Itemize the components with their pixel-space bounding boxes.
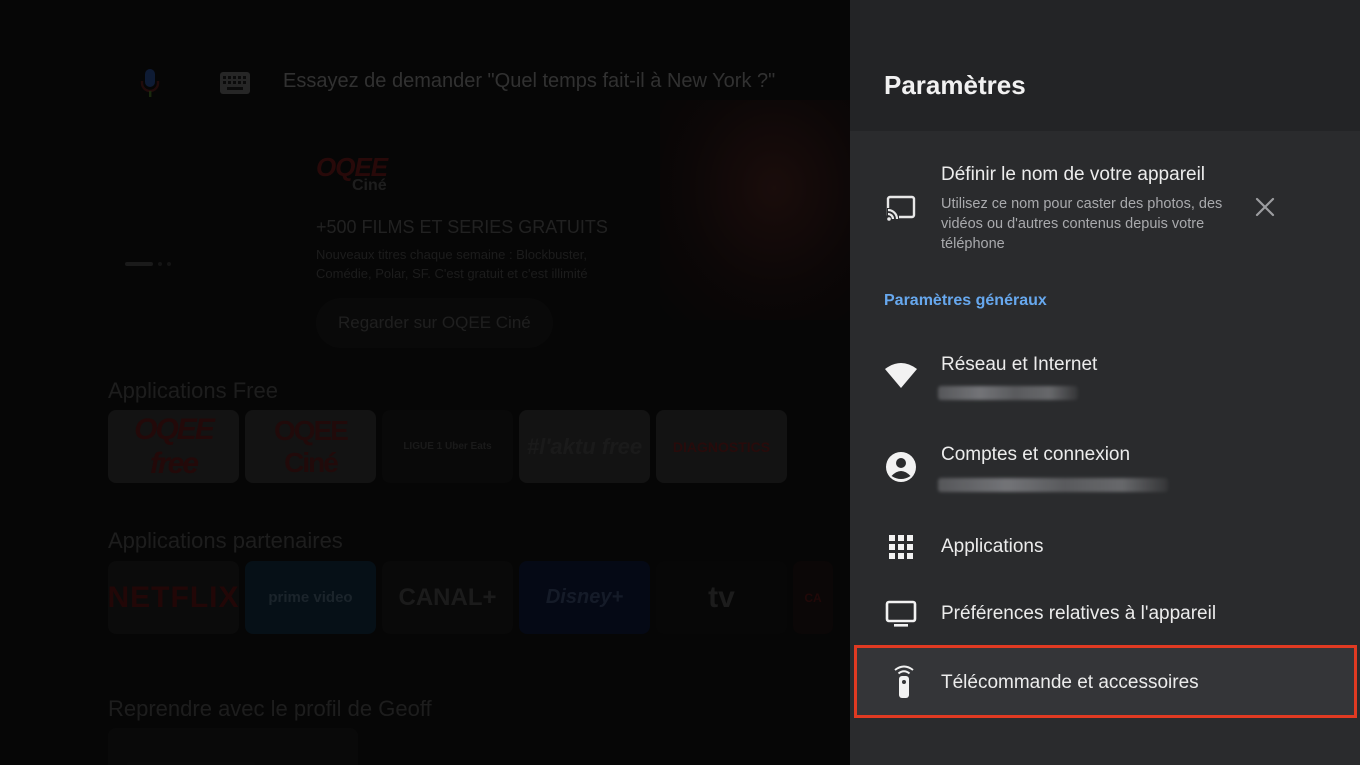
hero-pagination xyxy=(125,262,171,266)
microphone-icon[interactable] xyxy=(139,67,161,99)
hero-artwork xyxy=(660,100,850,320)
keyboard-icon[interactable] xyxy=(220,72,250,94)
hero-logo-sub: Ciné xyxy=(352,177,387,194)
resume-card[interactable] xyxy=(108,728,358,765)
search-hint[interactable]: Essayez de demander "Quel temps fait-il … xyxy=(283,70,775,93)
remote-icon xyxy=(887,665,921,699)
device-name-item[interactable]: Définir le nom de votre appareil Utilise… xyxy=(850,160,1360,270)
account-icon xyxy=(884,450,918,484)
app-tile-canal-plus[interactable]: CANAL+ xyxy=(382,561,513,634)
settings-item-remote-accessories[interactable]: Télécommande et accessoires xyxy=(854,645,1357,718)
app-tile-netflix[interactable]: NETFLIX xyxy=(108,561,239,634)
row-title-free-apps: Applications Free xyxy=(108,378,278,403)
app-tile-disney-plus[interactable]: Disney+ xyxy=(519,561,650,634)
app-tile-apple-tv[interactable]: tv xyxy=(656,561,787,634)
pagination-dot-active xyxy=(125,262,153,266)
app-tile-laktu[interactable]: #l'aktu free xyxy=(519,410,650,483)
settings-item-label: Applications xyxy=(941,536,1044,557)
settings-item-label: Préférences relatives à l'appareil xyxy=(941,603,1217,624)
app-tile-oqee-cine[interactable]: OQEE Ciné xyxy=(245,410,376,483)
settings-item-label: Comptes et connexion xyxy=(941,444,1131,465)
device-name-title: Définir le nom de votre appareil xyxy=(941,164,1206,185)
hero-watch-button[interactable]: Regarder sur OQEE Ciné xyxy=(316,298,553,348)
app-tile-partial[interactable]: CA xyxy=(793,561,833,634)
row-title-partner-apps: Applications partenaires xyxy=(108,528,343,553)
app-tile-diagnostics[interactable]: DIAGNOSTICS xyxy=(656,410,787,483)
close-icon[interactable] xyxy=(1254,196,1276,218)
wifi-icon xyxy=(884,358,918,392)
account-email-redacted xyxy=(938,478,1168,492)
settings-item-applications[interactable]: Applications xyxy=(850,526,1360,572)
settings-item-device-preferences[interactable]: Préférences relatives à l'appareil xyxy=(850,593,1360,639)
settings-item-label: Réseau et Internet xyxy=(941,354,1098,375)
app-tile-prime-video[interactable]: prime video xyxy=(245,561,376,634)
settings-header: Paramètres xyxy=(850,0,1360,131)
section-general-settings: Paramètres généraux xyxy=(884,292,1047,309)
cast-icon xyxy=(884,191,918,225)
partner-apps-row: NETFLIX prime video CANAL+ Disney+ tv CA xyxy=(108,561,833,634)
settings-item-accounts[interactable]: Comptes et connexion xyxy=(850,440,1360,510)
tv-icon xyxy=(884,597,918,631)
device-name-subtitle: Utilisez ce nom pour caster des photos, … xyxy=(941,196,1223,252)
network-name-redacted xyxy=(938,386,1078,400)
pagination-dot xyxy=(167,262,171,266)
apps-grid-icon xyxy=(884,530,918,564)
pagination-dot xyxy=(158,262,162,266)
app-tile-ligue1[interactable]: LIGUE 1 Uber Eats xyxy=(382,410,513,483)
free-apps-row: OQEE free OQEE Ciné LIGUE 1 Uber Eats #l… xyxy=(108,410,787,483)
home-screen-background: Essayez de demander "Quel temps fait-il … xyxy=(0,0,850,765)
app-tile-oqee[interactable]: OQEE free xyxy=(108,410,239,483)
settings-item-network[interactable]: Réseau et Internet xyxy=(850,348,1360,416)
settings-panel: Paramètres Définir le nom de votre appar… xyxy=(850,0,1360,765)
hero-logo: OQEE Ciné xyxy=(316,152,388,195)
hero-description: Nouveaux titres chaque semaine : Blockbu… xyxy=(316,247,588,281)
hero-title: +500 FILMS ET SERIES GRATUITS xyxy=(316,217,608,237)
row-title-resume-profile: Reprendre avec le profil de Geoff xyxy=(108,696,432,721)
settings-item-label: Télécommande et accessoires xyxy=(941,672,1199,693)
settings-title: Paramètres xyxy=(884,70,1026,100)
